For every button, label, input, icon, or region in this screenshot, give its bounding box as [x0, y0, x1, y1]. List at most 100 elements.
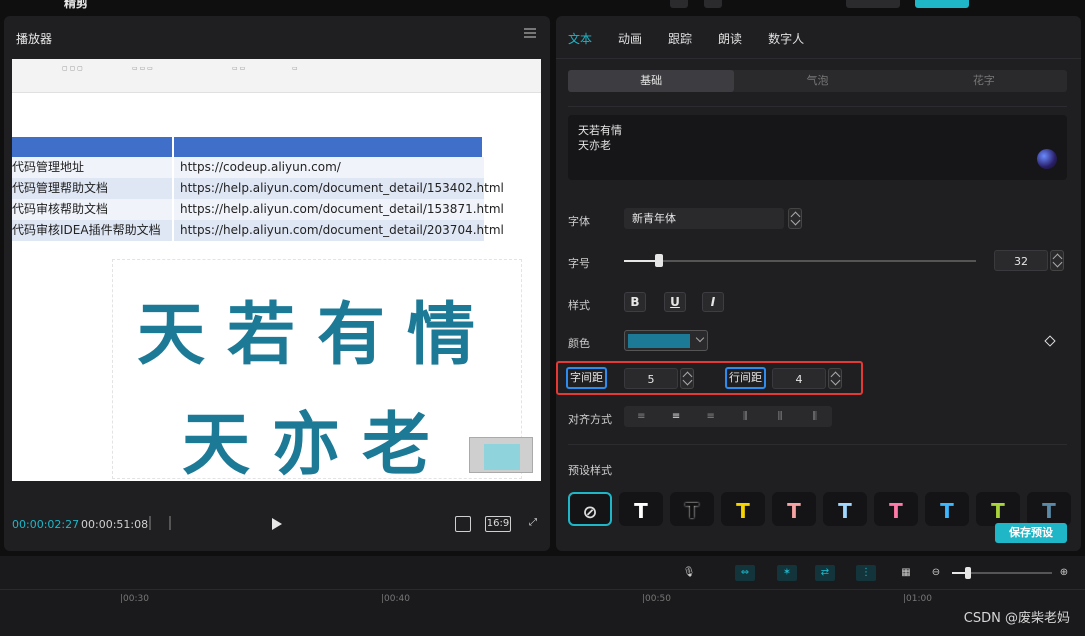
text-content-input[interactable]: 天若有情 天亦老 [568, 115, 1067, 180]
preset-item[interactable]: T [1027, 492, 1071, 526]
underline-button[interactable]: U [664, 292, 686, 312]
segment-basic[interactable]: 基础 [568, 70, 735, 92]
style-segment: 基础 气泡 花字 [568, 70, 1067, 92]
video-preview[interactable]: ▢ ▢ ▢ ▭ ▭ ▭ ▭ ▭ ▭ 代码管理地址 https://codeup.aliy… [12, 59, 541, 481]
tab-read-aloud[interactable]: 朗读 [718, 30, 742, 47]
tab-text[interactable]: 文本 [568, 30, 592, 47]
preset-none-icon[interactable]: ⊘ [568, 492, 612, 526]
microphone-icon[interactable]: 🎙 [679, 565, 699, 581]
tab-tracking[interactable]: 跟踪 [668, 30, 692, 47]
top-bar: 精剪 [0, 0, 1085, 13]
tab-animation[interactable]: 动画 [618, 30, 642, 47]
align-vbottom-icon[interactable]: ⫼ [797, 406, 832, 427]
align-right-icon[interactable]: ≡ [693, 406, 728, 427]
export-button[interactable] [915, 0, 969, 8]
italic-button[interactable]: I [702, 292, 724, 312]
size-stepper[interactable] [1050, 250, 1064, 271]
style-label: 样式 [568, 299, 590, 312]
preset-item[interactable]: T [925, 492, 969, 526]
line-spacing-label: 行间距 [725, 367, 766, 389]
preset-list: ⊘ T T T T T T T T T [568, 492, 1071, 526]
align-center-icon[interactable]: ≡ [659, 406, 694, 427]
overlay-text-line1[interactable]: 天若有情 [112, 279, 522, 378]
fullscreen-icon[interactable]: ⤢ [526, 516, 540, 532]
font-label: 字体 [568, 215, 590, 228]
align-vcenter-icon[interactable]: ⫼ [763, 406, 798, 427]
ruler-mark: |00:50 [642, 594, 671, 604]
size-input[interactable]: 32 [994, 250, 1048, 271]
layout-icon[interactable] [670, 0, 688, 8]
line-spacing-stepper[interactable] [828, 368, 842, 389]
player-panel: 播放器 ▢ ▢ ▢ ▭ ▭ ▭ ▭ ▭ ▭ 代码管理地址 https://codeup.… [4, 16, 550, 551]
segment-bubble[interactable]: 气泡 [734, 70, 900, 92]
zoom-slider-knob[interactable] [965, 567, 971, 579]
thumbnail-image [469, 437, 533, 473]
preset-label: 预设样式 [568, 464, 612, 477]
bold-button[interactable]: B [624, 292, 646, 312]
char-spacing-label: 字间距 [566, 367, 607, 389]
timeline-panel: 🎙 ⇔ ✶ ⇄ ⋮ ▦ ⊖ ⊕ |00:30 |00:40 |00:50 |01… [0, 556, 1085, 636]
align-group: ≡ ≡ ≡ ⫼ ⫼ ⫼ [624, 406, 832, 427]
timeline-ruler[interactable]: |00:30 |00:40 |00:50 |01:00 [0, 592, 1085, 606]
align-label: 对齐方式 [568, 413, 612, 426]
chevron-down-icon [695, 333, 705, 343]
font-stepper[interactable] [788, 208, 802, 229]
align-vtop-icon[interactable]: ⫼ [728, 406, 763, 427]
tab-divider [556, 58, 1081, 59]
zoom-slider[interactable] [952, 567, 1052, 579]
save-preset-button[interactable]: 保存预设 [995, 523, 1067, 543]
app-title: 精剪 [64, 0, 89, 10]
preset-item[interactable]: T [823, 492, 867, 526]
preset-item[interactable]: T [874, 492, 918, 526]
align-left-icon[interactable]: ≡ [624, 406, 659, 427]
player-title: 播放器 [16, 32, 53, 46]
timeline-toolbar: 🎙 ⇔ ✶ ⇄ ⋮ ▦ ⊖ ⊕ [0, 556, 1085, 590]
watermark: CSDN @废柴老妈 [963, 611, 1070, 626]
char-spacing-input[interactable]: 5 [624, 368, 678, 389]
menu-icon[interactable] [524, 28, 536, 38]
group-icon[interactable]: ⇄ [815, 565, 835, 581]
size-slider[interactable] [624, 254, 976, 267]
total-time: 00:00:51:08 [81, 518, 149, 531]
snap-icon[interactable]: ✶ [777, 565, 797, 581]
ruler-mark: |00:30 [120, 594, 149, 604]
doc-table: 代码管理地址 https://codeup.aliyun.com/ 代码管理帮助文… [12, 137, 504, 241]
keyframe-icon[interactable] [1044, 335, 1056, 347]
preset-item[interactable]: T [976, 492, 1020, 526]
shortcut-icon[interactable] [704, 0, 722, 8]
waveform-icon[interactable] [149, 516, 171, 530]
link-icon[interactable]: ⇔ [735, 565, 755, 581]
table-row: 代码审核帮助文档 https://help.aliyun.com/document… [12, 199, 504, 220]
ruler-mark: |00:40 [381, 594, 410, 604]
color-picker[interactable] [624, 330, 708, 351]
line-spacing-input[interactable]: 4 [772, 368, 826, 389]
table-row: 代码管理地址 https://codeup.aliyun.com/ [12, 157, 484, 178]
size-slider-knob[interactable] [655, 254, 663, 267]
tab-digital-human[interactable]: 数字人 [768, 30, 804, 47]
color-globe-icon[interactable] [1037, 149, 1057, 169]
share-button[interactable] [846, 0, 900, 8]
properties-panel: 文本 动画 跟踪 朗读 数字人 基础 气泡 花字 天若有情 天亦老 字体 新青年… [556, 16, 1081, 551]
ratio-button[interactable]: 16:9 [485, 516, 511, 532]
char-spacing-stepper[interactable] [680, 368, 694, 389]
split-icon[interactable]: ⋮ [856, 565, 876, 581]
color-swatch [628, 334, 690, 348]
zoom-out-icon[interactable]: ⊖ [926, 565, 946, 581]
section-divider [568, 444, 1067, 445]
zoom-in-icon[interactable]: ⊕ [1054, 565, 1074, 581]
screen-ribbon: ▢ ▢ ▢ ▭ ▭ ▭ ▭ ▭ ▭ [12, 59, 541, 93]
ruler-mark: |01:00 [903, 594, 932, 604]
fit-zoom-icon[interactable] [455, 516, 471, 532]
table-row: 代码管理帮助文档 https://help.aliyun.com/document… [12, 178, 504, 199]
segment-divider [568, 106, 1067, 107]
font-dropdown[interactable]: 新青年体 [624, 208, 784, 229]
property-tabs: 文本 动画 跟踪 朗读 数字人 [568, 30, 830, 47]
preset-item[interactable]: T [619, 492, 663, 526]
segment-fancy[interactable]: 花字 [901, 70, 1067, 92]
play-icon[interactable] [272, 518, 282, 530]
preview-axis-icon[interactable]: ▦ [896, 565, 916, 581]
preset-item[interactable]: T [670, 492, 714, 526]
overlay-text-line2[interactable]: 天亦老 [112, 389, 522, 481]
preset-item[interactable]: T [772, 492, 816, 526]
preset-item[interactable]: T [721, 492, 765, 526]
